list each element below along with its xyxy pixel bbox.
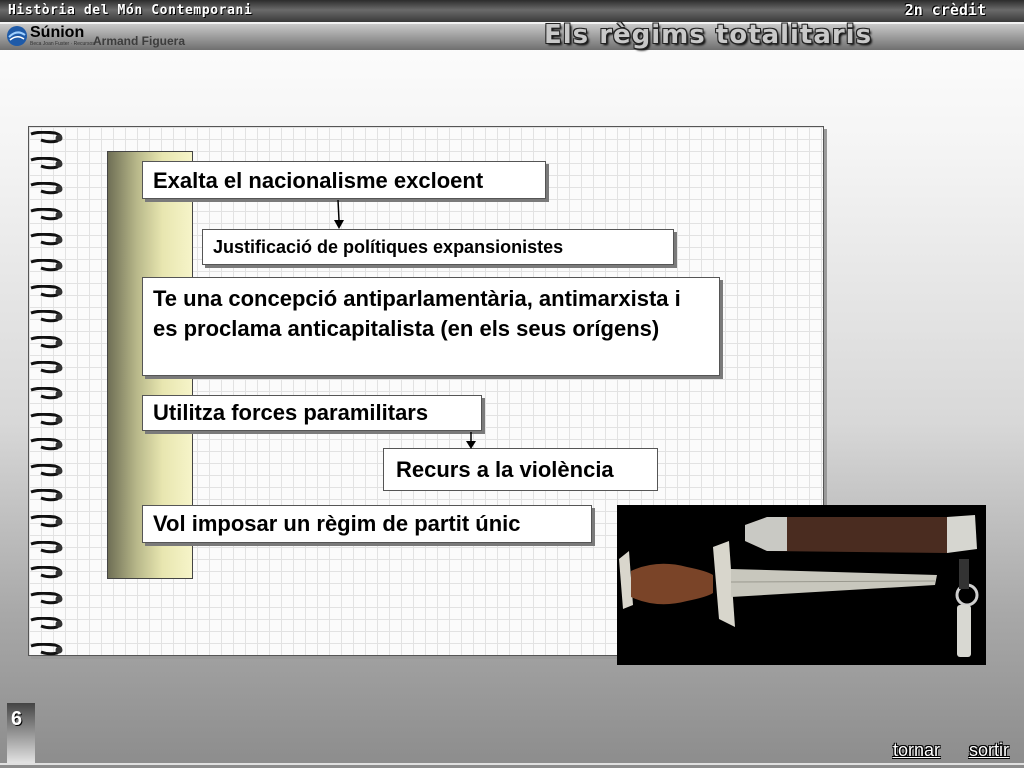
spiral-binding: [27, 127, 67, 656]
spiral-ring: [29, 566, 63, 579]
arrow-down-icon: [466, 432, 476, 449]
spiral-ring: [29, 489, 63, 502]
header: Història del Món Contemporani 2n crèdit …: [0, 0, 1024, 52]
spiral-ring: [29, 591, 63, 605]
sunion-logo-icon: [7, 26, 27, 46]
logo-text: Súnion: [30, 24, 85, 41]
course-title: Història del Món Contemporani: [8, 3, 253, 18]
spiral-ring: [29, 259, 63, 272]
item-expansionism: Justificació de polítiques expansioniste…: [202, 229, 674, 265]
spiral-ring: [29, 438, 63, 451]
spiral-ring: [29, 233, 63, 246]
spiral-ring: [29, 310, 63, 323]
dagger-photo: [617, 505, 986, 665]
spiral-ring: [29, 617, 63, 630]
spiral-ring: [29, 361, 63, 374]
spiral-ring: [29, 284, 63, 297]
spiral-ring: [29, 207, 63, 221]
item-paramilitary: Utilitza forces paramilitars: [142, 395, 482, 431]
exit-button[interactable]: sortir: [969, 740, 1009, 761]
spiral-ring: [29, 412, 63, 425]
author-name: Armand Figuera: [93, 34, 186, 48]
item-nationalism: Exalta el nacionalisme excloent: [142, 161, 546, 199]
dagger-illustration: [619, 515, 979, 657]
logo-subtext: Beca Joan Fuster · Recursos: [30, 41, 95, 47]
item-antiparliamentary: Te una concepció antiparlamentària, anti…: [142, 277, 720, 376]
page-number: 6: [11, 708, 23, 730]
bottom-divider: [0, 763, 1024, 765]
unit-title: Els règims totalitaris: [544, 20, 873, 50]
spiral-ring: [29, 540, 63, 553]
back-button[interactable]: tornar: [893, 740, 940, 761]
spiral-ring: [29, 156, 63, 169]
spiral-ring: [29, 182, 63, 195]
item-single-party: Vol imposar un règim de partit únic: [142, 505, 592, 543]
spiral-ring: [29, 335, 63, 349]
spiral-ring: [29, 515, 63, 528]
spiral-ring: [29, 131, 63, 144]
spiral-ring: [29, 387, 63, 400]
item-violence: Recurs a la violència: [383, 448, 658, 491]
arrow-down-icon: [334, 200, 344, 229]
credit-label: 2n crèdit: [904, 1, 986, 19]
spiral-ring: [29, 643, 63, 656]
spiral-ring: [29, 463, 63, 477]
